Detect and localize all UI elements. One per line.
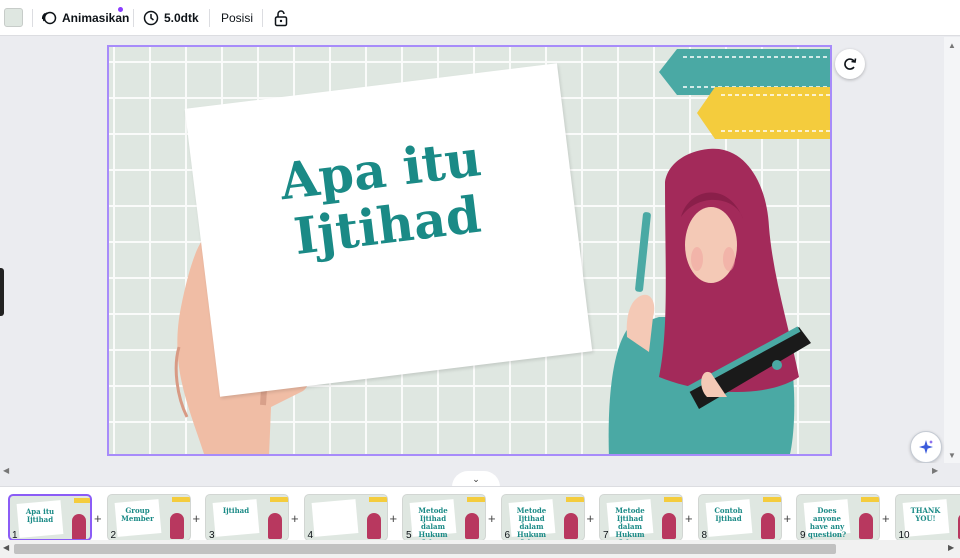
duration-button[interactable]: 5.0dtk [143, 6, 199, 30]
duration-label: 5.0dtk [164, 11, 199, 25]
add-page-icon[interactable]: + [291, 511, 299, 526]
thumbnail-title: Group Member [121, 506, 154, 523]
thumbnail-ribbon [74, 498, 90, 503]
thumbnail-title: Apa itu Ijtihad [25, 507, 55, 524]
page-thumbnail[interactable]: Contoh Ijtihad [697, 494, 782, 541]
thumbnail-ribbon [270, 497, 288, 502]
page-thumbnail[interactable]: Apa itu Ijtihad [8, 494, 92, 541]
thumbnail-figure [465, 513, 479, 539]
add-page-icon[interactable]: + [784, 511, 792, 526]
thumbnail-figure [760, 513, 775, 539]
thumbnail-paper [311, 499, 358, 537]
thumbnail-figure [366, 513, 381, 539]
page-thumbnail[interactable] [303, 494, 388, 541]
thumbnail-ribbon [762, 497, 781, 502]
background-color-swatch[interactable] [4, 8, 23, 27]
toolbar-divider [209, 9, 210, 27]
scroll-down-icon[interactable]: ▼ [948, 451, 956, 460]
rotate-button[interactable] [835, 49, 865, 79]
thumbnail-title: Contoh Ijtihad [714, 506, 743, 523]
scrollbar-thumb[interactable] [14, 544, 836, 554]
toolbar-divider [32, 9, 33, 27]
scroll-up-icon[interactable]: ▲ [948, 41, 956, 50]
add-page-icon[interactable]: + [488, 511, 496, 526]
position-button[interactable]: Posisi [221, 6, 253, 30]
scroll-right-icon[interactable]: ▶ [948, 543, 954, 552]
editor-toolbar: Animasikan 5.0dtk Posisi [0, 0, 960, 36]
refresh-icon [844, 58, 857, 70]
student-illustration [608, 148, 811, 454]
thumbnail-figure [662, 513, 676, 539]
add-page-icon[interactable]: + [390, 511, 398, 526]
ribbon-banners [659, 49, 830, 139]
thumbnail-figure [268, 513, 282, 539]
thumbnail-figure [563, 513, 578, 539]
thumbnail-title: Metode Ijtihad dalam Hukum Islam [516, 506, 547, 541]
animate-button[interactable]: Animasikan [41, 6, 129, 30]
clock-icon [143, 10, 159, 26]
thumbnail-title: Does anyone have any question? [807, 506, 847, 539]
thumbnail-ribbon [861, 497, 879, 502]
thumbnail-title: THANK YOU! [910, 506, 941, 523]
toolbar-divider [262, 9, 263, 27]
page-thumbnail[interactable]: Metode Ijtihad dalam Hukum Islam [500, 494, 585, 541]
page-thumbnail[interactable]: Ijtihad [205, 494, 289, 541]
page-thumbnail[interactable]: Metode Ijtihad dalam Hukum Islam [599, 494, 683, 541]
page-thumbnail[interactable]: Metode Ijtihad dalam Hukum Islam [402, 494, 486, 541]
lock-button[interactable] [273, 6, 289, 30]
thumbnail-ribbon [368, 497, 387, 502]
page-thumbnail[interactable]: Group Member [106, 494, 191, 541]
sparkle-icon [919, 440, 933, 454]
animate-label: Animasikan [62, 11, 130, 25]
thumbnail-paper [212, 499, 260, 537]
scroll-left-icon[interactable]: ◀ [3, 466, 9, 475]
toolbar-divider [133, 9, 134, 27]
side-panel-handle[interactable] [0, 268, 4, 316]
thumbnail-title: Metode Ijtihad dalam Hukum Islam [615, 506, 645, 541]
chevron-down-icon: ⌄ [472, 473, 480, 484]
lock-icon [274, 10, 288, 27]
page-thumbnail[interactable]: Does anyone have any question? [796, 494, 880, 541]
thumbnail-figure [169, 513, 184, 539]
thumbnail-ribbon [171, 497, 190, 502]
thumbnail-figure [859, 513, 873, 539]
add-page-icon[interactable]: + [587, 511, 595, 526]
scroll-right-icon[interactable]: ▶ [932, 466, 938, 475]
add-page-icon[interactable]: + [193, 511, 201, 526]
thumbnail-ribbon [664, 497, 682, 502]
new-feature-dot [118, 7, 123, 12]
thumbnail-figure [72, 514, 86, 539]
thumbnail-title: Metode Ijtihad dalam Hukum Islam [418, 506, 448, 541]
add-page-icon[interactable]: + [685, 511, 693, 526]
collapse-pages-button[interactable]: ⌄ [452, 471, 500, 487]
thumbnail-scrollbar[interactable]: ◀ ▶ [0, 540, 960, 558]
thumbnail-ribbon [565, 497, 584, 502]
add-page-icon[interactable]: + [882, 511, 890, 526]
position-label: Posisi [221, 11, 254, 25]
add-page-icon[interactable]: + [94, 511, 102, 526]
scroll-left-icon[interactable]: ◀ [3, 543, 9, 552]
thumbnail-ribbon [467, 497, 485, 502]
thumbnail-title: Ijtihad [222, 506, 250, 515]
vertical-scrollbar[interactable]: ▲ ▼ [944, 37, 960, 463]
animate-icon [41, 11, 57, 25]
slide-canvas[interactable]: Apa itu Ijtihad [107, 45, 832, 456]
magic-assistant-button[interactable] [910, 431, 942, 463]
